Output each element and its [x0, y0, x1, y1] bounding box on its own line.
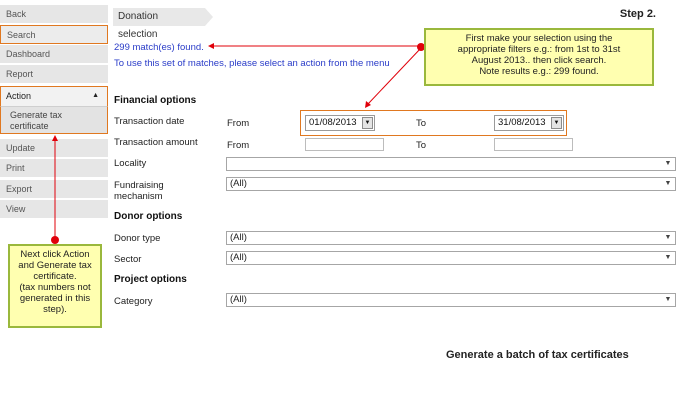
callout-line: certificate.	[33, 271, 77, 282]
callout-step-filters: First make your selection using the appr…	[424, 28, 654, 86]
callout-line: First make your selection using the	[465, 33, 613, 44]
arrowhead-icon	[208, 43, 214, 49]
arrowhead-icon	[52, 135, 58, 141]
callout-line: Next click Action	[20, 249, 90, 260]
footer-caption: Generate a batch of tax certificates	[446, 349, 629, 361]
arrow-to-date	[367, 47, 422, 105]
callout-line: (tax numbers not	[19, 282, 91, 293]
callout-line: and Generate tax	[18, 260, 92, 271]
pointer-dot	[51, 236, 59, 244]
callout-line: Note results e.g.: 299 found.	[479, 66, 599, 77]
callout-line: generated in this	[19, 293, 91, 304]
callout-step-action: Next click Action and Generate tax certi…	[8, 244, 102, 328]
callout-line: step).	[43, 304, 67, 315]
callout-line: August 2013.. then click search.	[471, 55, 607, 66]
callout-line: appropriate filters e.g.: from 1st to 31…	[457, 44, 621, 55]
